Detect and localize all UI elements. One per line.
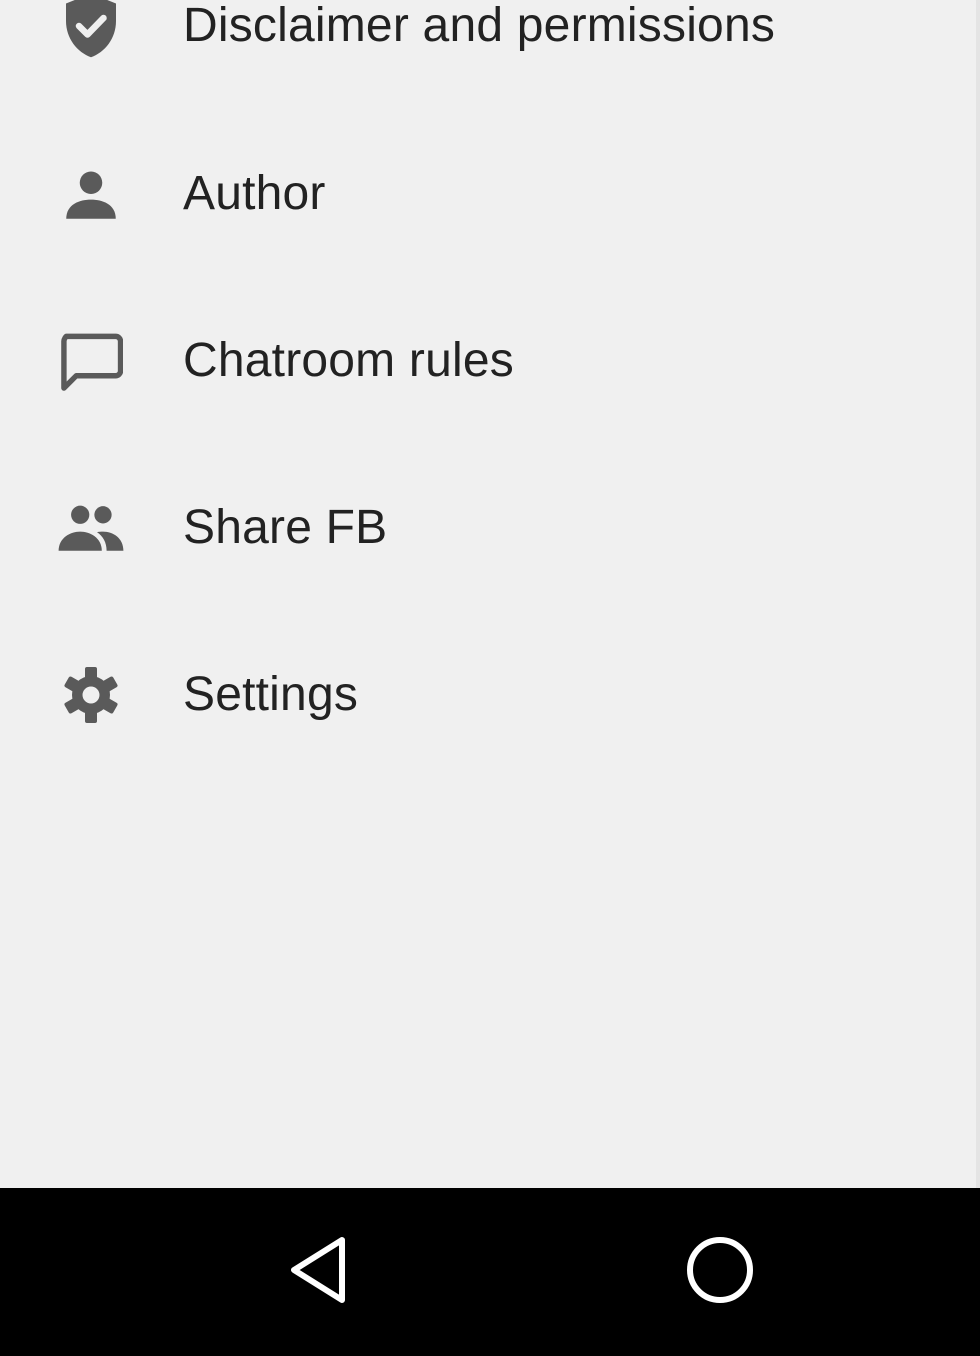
menu-item-label: Settings [183,668,359,721]
menu-item-settings[interactable]: Settings [0,611,976,778]
gear-icon [55,659,127,731]
menu-item-label: Chatroom rules [183,334,514,387]
menu-item-label: Author [183,167,326,220]
menu-item-label: Share FB [183,501,388,554]
menu-item-author[interactable]: Author [0,110,976,277]
home-button[interactable] [678,1230,762,1314]
menu-item-label: Disclaimer and permissions [183,0,776,52]
navigation-drawer: Disclaimer and permissions Author Chatro… [0,0,980,1188]
menu-item-disclaimer[interactable]: Disclaimer and permissions [0,0,976,109]
menu-item-chatroom-rules[interactable]: Chatroom rules [0,277,976,444]
app-screen: Disclaimer and permissions Author Chatro… [0,0,980,1356]
back-button[interactable] [276,1230,360,1314]
person-icon [55,158,127,230]
verified-shield-icon [55,0,127,62]
chat-bubble-icon [55,325,127,397]
home-circle-icon [684,1234,756,1311]
menu-item-share-fb[interactable]: Share FB [0,444,976,611]
system-navigation-bar [0,1188,980,1356]
back-triangle-icon [286,1234,350,1311]
people-icon [55,492,127,564]
